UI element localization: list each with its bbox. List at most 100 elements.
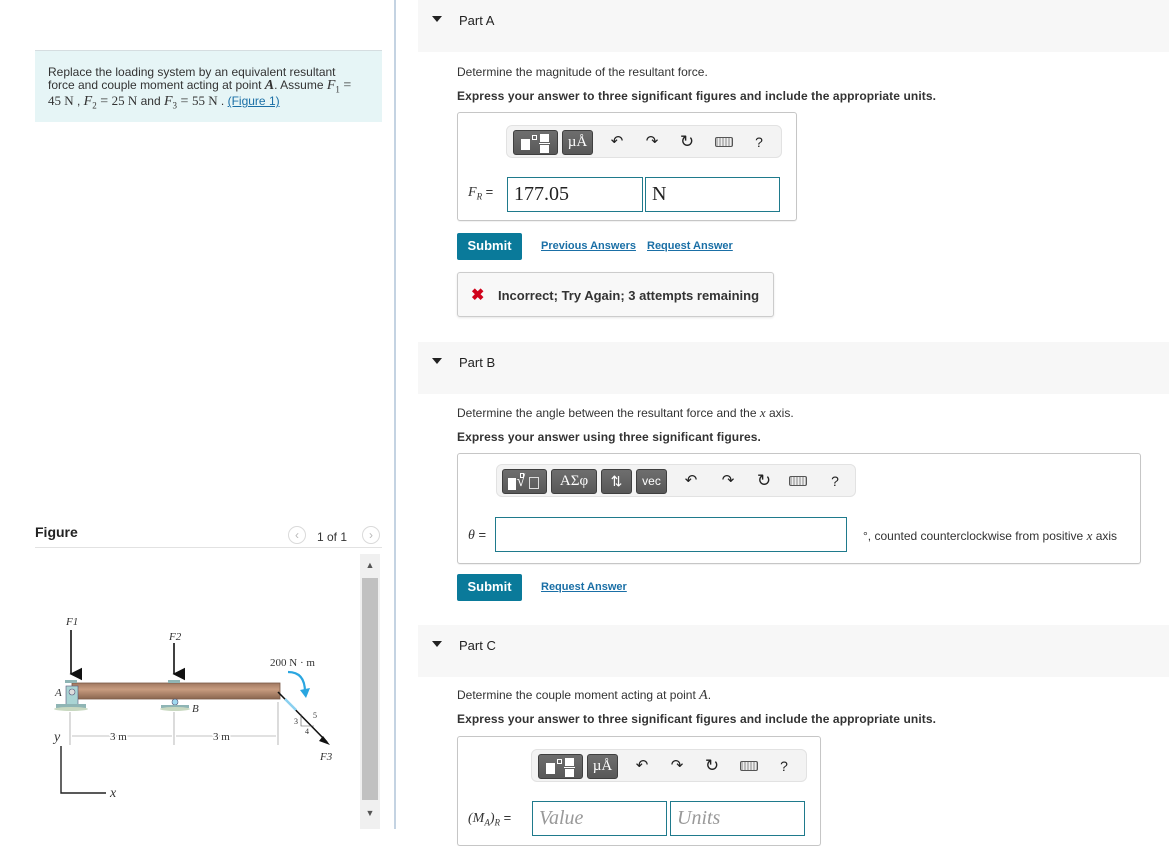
part-a-submit-button[interactable]: Submit <box>457 233 522 260</box>
problem-text: and <box>137 94 164 109</box>
part-b-header[interactable]: Part B <box>418 342 1169 394</box>
scroll-down-arrow-icon[interactable]: ▼ <box>360 806 380 820</box>
part-b-answer-box: √ ΑΣφ ⇅ vec ↶ ↷ ↻ ? θ = °, counted count… <box>457 453 1141 564</box>
fr-units-input[interactable]: N <box>645 177 780 212</box>
help-icon[interactable]: ? <box>753 132 765 152</box>
undo-icon[interactable]: ↶ <box>683 471 699 491</box>
error-x-icon: ✖ <box>471 287 485 304</box>
label-f2: F2 <box>168 631 182 643</box>
dimension-1: 3 m <box>110 731 127 743</box>
prev-figure-button[interactable]: ‹ <box>288 526 306 544</box>
ma-units-input[interactable]: Units <box>670 801 805 836</box>
part-a-header[interactable]: Part A <box>418 0 1169 52</box>
equals: = <box>177 94 192 110</box>
reset-icon[interactable]: ↻ <box>678 132 696 152</box>
part-c-header[interactable]: Part C <box>418 625 1169 677</box>
problem-statement: Replace the loading system by an equival… <box>35 50 382 122</box>
part-a-request-answer-link[interactable]: Request Answer <box>647 240 733 252</box>
f3-value: 55 N <box>191 93 218 109</box>
label-a: A <box>54 687 62 699</box>
part-a-question: Determine the magnitude of the resultant… <box>457 65 708 79</box>
part-a-title: Part A <box>459 13 495 28</box>
f2-symbol: F <box>83 94 93 110</box>
label-moment: 200 N · m <box>270 657 315 669</box>
label-f3: F3 <box>319 751 333 763</box>
reset-icon[interactable]: ↻ <box>703 756 721 776</box>
problem-text: force and couple moment acting at point <box>48 77 265 92</box>
greek-symbols-button[interactable]: ΑΣφ <box>551 469 597 494</box>
separator: . <box>217 94 228 109</box>
next-figure-button[interactable]: › <box>362 526 380 544</box>
slope-4: 4 <box>305 727 309 736</box>
templates-button[interactable] <box>538 754 583 779</box>
help-icon[interactable]: ? <box>778 756 790 776</box>
dimension-2: 3 m <box>213 731 230 743</box>
part-c-answer-box: µÅ ↶ ↷ ↻ ? (MA)R = Value Units <box>457 736 821 846</box>
separator: , <box>73 94 84 109</box>
chevron-left-icon: ‹ <box>295 528 299 542</box>
slope-3: 3 <box>294 717 298 726</box>
part-c-title: Part C <box>459 638 496 653</box>
moment-arrow <box>287 670 307 693</box>
part-b-submit-button[interactable]: Submit <box>457 574 522 601</box>
collapse-triangle-icon <box>432 641 442 647</box>
beam <box>71 682 281 700</box>
previous-answers-link[interactable]: Previous Answers <box>541 240 636 252</box>
part-b-request-answer-link[interactable]: Request Answer <box>541 581 627 593</box>
part-b-math-toolbar: √ ΑΣφ ⇅ vec ↶ ↷ ↻ ? <box>496 464 856 497</box>
templates-button[interactable] <box>513 130 558 155</box>
f3-symbol: F <box>163 94 173 110</box>
equals: = <box>96 94 112 110</box>
figure-heading: Figure <box>35 524 78 540</box>
part-c-instruction: Express your answer to three significant… <box>457 712 937 726</box>
theta-label: θ = <box>468 527 487 543</box>
scroll-up-arrow-icon[interactable]: ▲ <box>360 558 380 572</box>
equals: = <box>339 77 352 93</box>
keyboard-icon[interactable] <box>740 761 758 771</box>
feedback-text: Incorrect; Try Again; 3 attempts remaini… <box>498 288 760 303</box>
fr-value-input[interactable]: 177.05 <box>507 177 643 212</box>
column-divider <box>394 0 396 829</box>
keyboard-icon[interactable] <box>715 137 733 147</box>
chevron-right-icon: › <box>369 528 373 542</box>
scroll-thumb[interactable] <box>362 578 378 800</box>
radical-template-icon: √ <box>507 472 543 492</box>
f2-value: 25 N <box>111 93 138 109</box>
figure-link[interactable]: (Figure 1) <box>228 94 280 108</box>
divider <box>35 547 382 548</box>
label-f1: F1 <box>65 616 78 628</box>
figure-scrollbar[interactable]: ▲ ▼ <box>360 554 380 829</box>
theta-input[interactable] <box>495 517 847 552</box>
redo-icon[interactable]: ↷ <box>644 132 660 152</box>
undo-icon[interactable]: ↶ <box>609 132 625 152</box>
undo-icon[interactable]: ↶ <box>634 756 650 776</box>
part-a-answer-box: µÅ ↶ ↷ ↻ ? FR = 177.05 N <box>457 112 797 221</box>
part-a-instruction: Express your answer to three significant… <box>457 89 937 103</box>
redo-icon[interactable]: ↷ <box>669 756 685 776</box>
collapse-triangle-icon <box>432 358 442 364</box>
redo-icon[interactable]: ↷ <box>720 471 736 491</box>
help-icon[interactable]: ? <box>829 471 841 491</box>
keyboard-icon[interactable] <box>789 476 807 486</box>
reset-icon[interactable]: ↻ <box>755 471 773 491</box>
figure-pager: 1 of 1 <box>317 530 348 544</box>
problem-panel: Replace the loading system by an equival… <box>0 0 393 829</box>
angle-suffix-text: °, counted counterclockwise from positiv… <box>863 528 1118 543</box>
part-b-question: Determine the angle between the resultan… <box>457 405 794 420</box>
units-button[interactable]: µÅ <box>562 130 593 155</box>
ma-value-input[interactable]: Value <box>532 801 667 836</box>
units-button[interactable]: µÅ <box>587 754 618 779</box>
subscript-superscript-button[interactable]: ⇅ <box>601 469 632 494</box>
roller-support-b <box>160 698 190 711</box>
part-c-question: Determine the couple moment acting at po… <box>457 688 712 703</box>
fr-label: FR = <box>468 184 494 202</box>
beam-figure: A B F1 F2 200 N · m F3 3 4 5 3 m 3 m y x <box>52 616 333 801</box>
point-a: A <box>264 77 275 93</box>
templates-root-button[interactable]: √ <box>502 469 547 494</box>
templates-icon <box>544 757 578 778</box>
axis-y-label: y <box>52 730 61 745</box>
templates-icon <box>519 133 553 154</box>
vector-button[interactable]: vec <box>636 469 667 494</box>
collapse-triangle-icon <box>432 16 442 22</box>
part-b-instruction: Express your answer using three signific… <box>457 430 761 444</box>
